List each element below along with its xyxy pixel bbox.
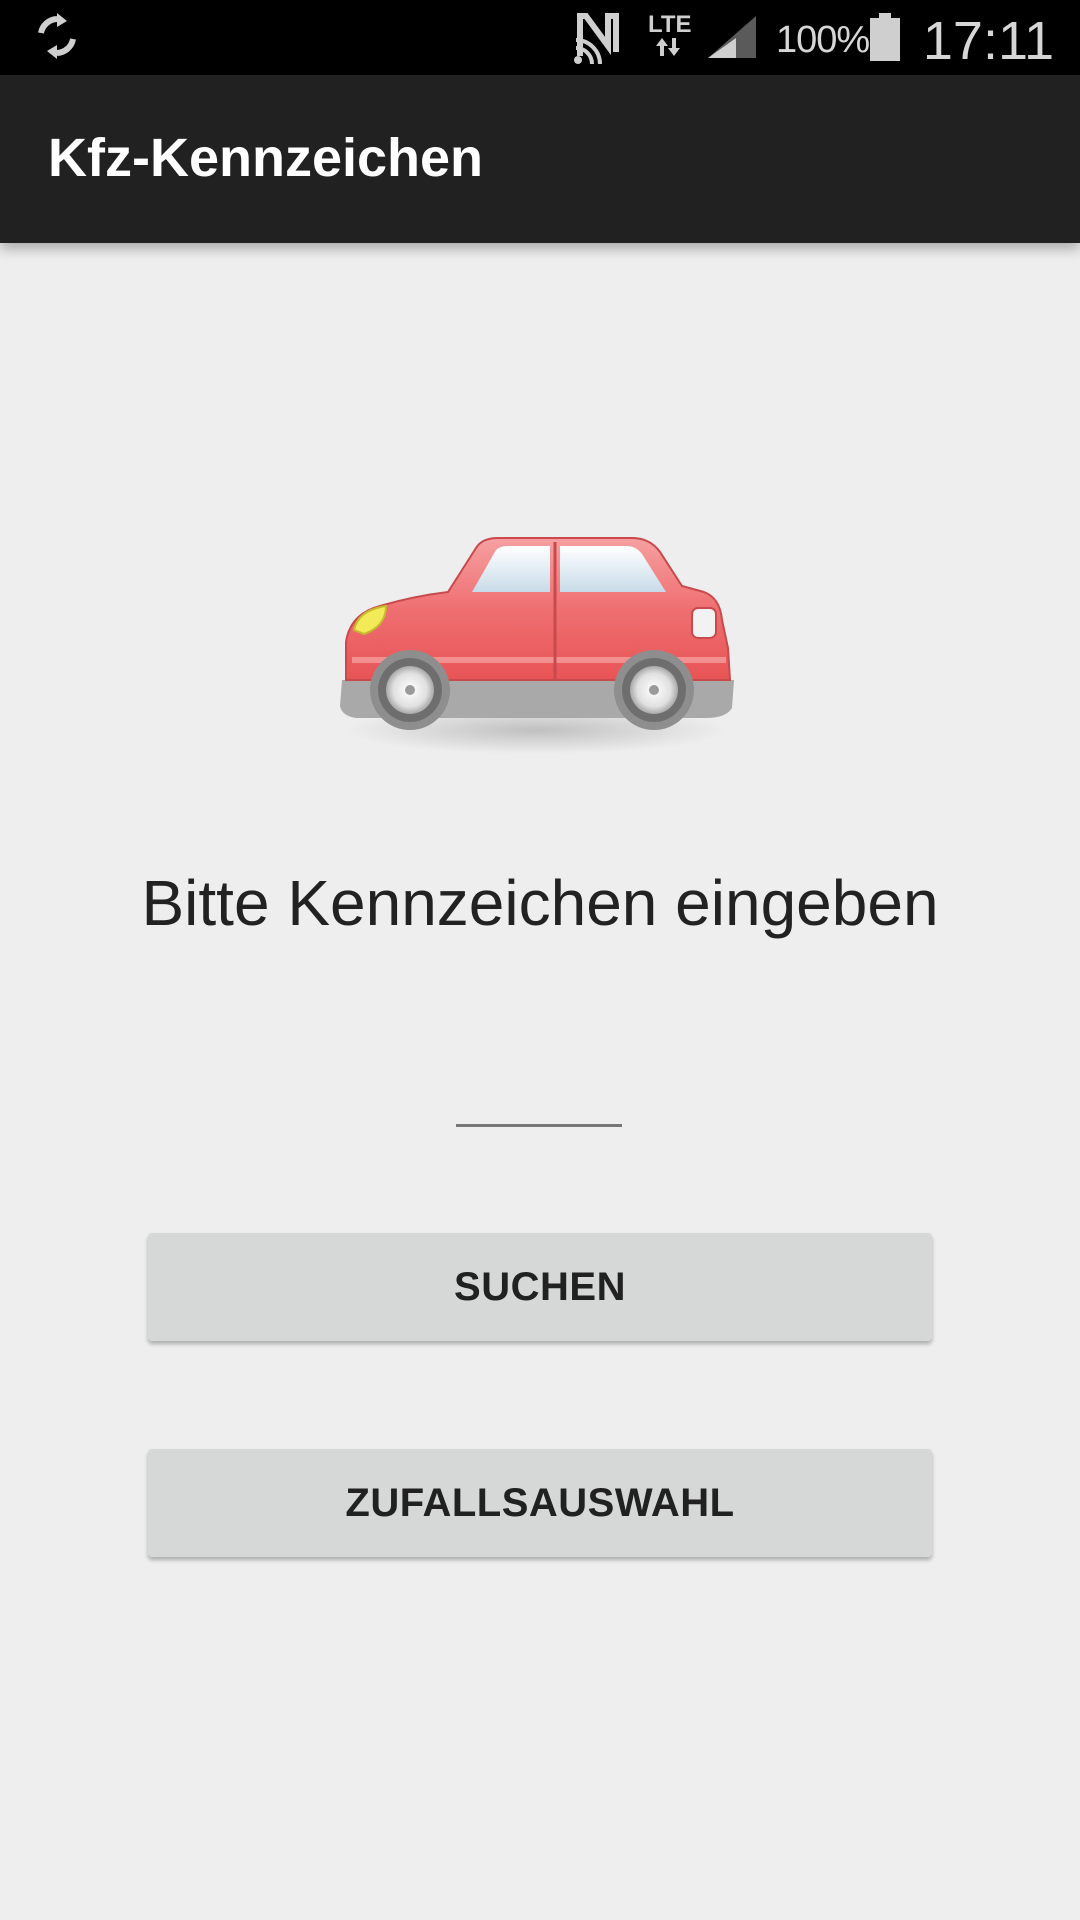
license-plate-input[interactable] bbox=[456, 1060, 622, 1127]
signal-icon bbox=[708, 16, 756, 58]
status-bar: LTE 100% 17:11 bbox=[0, 0, 1080, 75]
battery-percent: 100% bbox=[776, 19, 870, 61]
search-button[interactable]: SUCHEN bbox=[148, 1233, 932, 1341]
lte-label: LTE bbox=[648, 11, 692, 38]
input-prompt: Bitte Kennzeichen eingeben bbox=[141, 867, 939, 939]
sync-icon bbox=[38, 13, 76, 59]
car-icon bbox=[340, 537, 734, 754]
battery-icon bbox=[870, 13, 900, 61]
screen: LTE 100% 17:11 Kfz-Kennzeichen Bitte Ken… bbox=[0, 0, 1080, 1920]
lte-icon: LTE bbox=[648, 11, 692, 56]
nfc-icon bbox=[574, 13, 619, 64]
random-selection-button[interactable]: ZUFALLSAUSWAHL bbox=[148, 1449, 932, 1557]
app-bar: Kfz-Kennzeichen bbox=[0, 75, 1080, 243]
status-clock: 17:11 bbox=[922, 11, 1054, 71]
app-title: Kfz-Kennzeichen bbox=[48, 128, 484, 188]
